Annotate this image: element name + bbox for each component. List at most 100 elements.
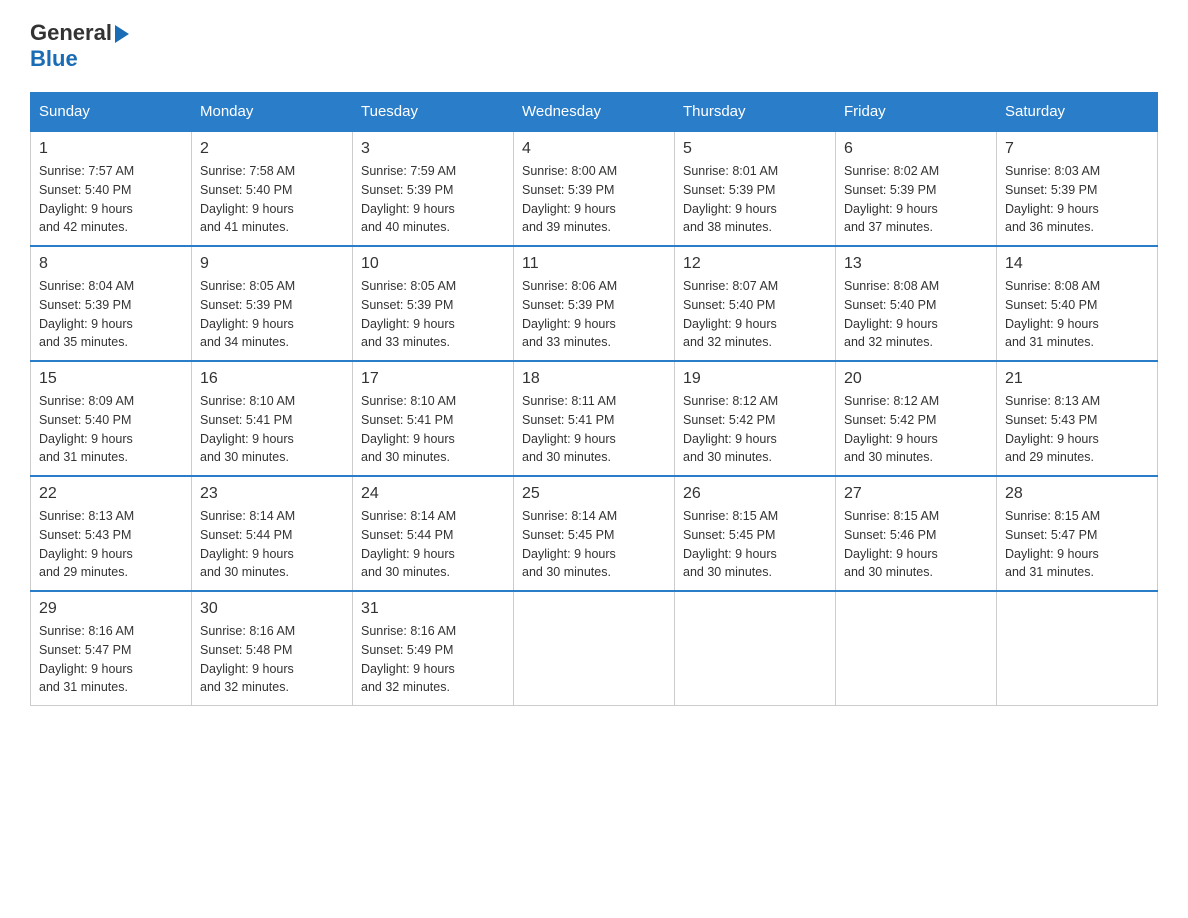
day-number: 7 (1005, 140, 1149, 158)
table-row (836, 591, 997, 706)
day-info: Sunrise: 8:16 AMSunset: 5:49 PMDaylight:… (361, 622, 505, 697)
day-info: Sunrise: 7:58 AMSunset: 5:40 PMDaylight:… (200, 162, 344, 237)
calendar-week-2: 8 Sunrise: 8:04 AMSunset: 5:39 PMDaylight… (31, 246, 1158, 361)
table-row: 16 Sunrise: 8:10 AMSunset: 5:41 PMDayligh… (192, 361, 353, 476)
day-number: 28 (1005, 485, 1149, 503)
day-number: 16 (200, 370, 344, 388)
day-info: Sunrise: 7:57 AMSunset: 5:40 PMDaylight:… (39, 162, 183, 237)
day-number: 21 (1005, 370, 1149, 388)
table-row: 14 Sunrise: 8:08 AMSunset: 5:40 PMDayligh… (997, 246, 1158, 361)
table-row: 26 Sunrise: 8:15 AMSunset: 5:45 PMDayligh… (675, 476, 836, 591)
day-info: Sunrise: 8:04 AMSunset: 5:39 PMDaylight:… (39, 277, 183, 352)
day-number: 12 (683, 255, 827, 273)
col-header-saturday: Saturday (997, 93, 1158, 132)
table-row: 2 Sunrise: 7:58 AMSunset: 5:40 PMDaylight… (192, 131, 353, 246)
table-row: 28 Sunrise: 8:15 AMSunset: 5:47 PMDayligh… (997, 476, 1158, 591)
day-info: Sunrise: 8:05 AMSunset: 5:39 PMDaylight:… (200, 277, 344, 352)
table-row: 10Sunrise: 8:05 AMSunset: 5:39 PMDayligh… (353, 246, 514, 361)
day-info: Sunrise: 8:01 AMSunset: 5:39 PMDaylight:… (683, 162, 827, 237)
table-row: 25 Sunrise: 8:14 AMSunset: 5:45 PMDayligh… (514, 476, 675, 591)
table-row: 11 Sunrise: 8:06 AMSunset: 5:39 PMDayligh… (514, 246, 675, 361)
day-info: Sunrise: 8:15 AMSunset: 5:47 PMDaylight:… (1005, 507, 1149, 582)
day-info: Sunrise: 8:11 AMSunset: 5:41 PMDaylight:… (522, 392, 666, 467)
day-number: 30 (200, 600, 344, 618)
day-number: 24 (361, 485, 505, 503)
col-header-thursday: Thursday (675, 93, 836, 132)
day-number: 3 (361, 140, 505, 158)
table-row: 24 Sunrise: 8:14 AMSunset: 5:44 PMDayligh… (353, 476, 514, 591)
table-row: 27 Sunrise: 8:15 AMSunset: 5:46 PMDayligh… (836, 476, 997, 591)
day-info: Sunrise: 8:12 AMSunset: 5:42 PMDaylight:… (844, 392, 988, 467)
day-info: Sunrise: 8:00 AMSunset: 5:39 PMDaylight:… (522, 162, 666, 237)
day-info: Sunrise: 8:12 AMSunset: 5:42 PMDaylight:… (683, 392, 827, 467)
table-row: 20Sunrise: 8:12 AMSunset: 5:42 PMDayligh… (836, 361, 997, 476)
day-number: 25 (522, 485, 666, 503)
day-number: 23 (200, 485, 344, 503)
col-header-wednesday: Wednesday (514, 93, 675, 132)
day-number: 26 (683, 485, 827, 503)
day-info: Sunrise: 8:15 AMSunset: 5:45 PMDaylight:… (683, 507, 827, 582)
calendar-week-4: 22 Sunrise: 8:13 AMSunset: 5:43 PMDayligh… (31, 476, 1158, 591)
day-info: Sunrise: 8:07 AMSunset: 5:40 PMDaylight:… (683, 277, 827, 352)
day-info: Sunrise: 8:13 AMSunset: 5:43 PMDaylight:… (1005, 392, 1149, 467)
table-row: 30 Sunrise: 8:16 AMSunset: 5:48 PMDayligh… (192, 591, 353, 706)
calendar-table: SundayMondayTuesdayWednesdayThursdayFrid… (30, 92, 1158, 706)
day-number: 2 (200, 140, 344, 158)
calendar-week-5: 29Sunrise: 8:16 AMSunset: 5:47 PMDayligh… (31, 591, 1158, 706)
calendar-week-3: 15 Sunrise: 8:09 AMSunset: 5:40 PMDayligh… (31, 361, 1158, 476)
table-row: 6 Sunrise: 8:02 AMSunset: 5:39 PMDaylight… (836, 131, 997, 246)
day-number: 17 (361, 370, 505, 388)
table-row: 1Sunrise: 7:57 AMSunset: 5:40 PMDaylight… (31, 131, 192, 246)
table-row: 9 Sunrise: 8:05 AMSunset: 5:39 PMDaylight… (192, 246, 353, 361)
day-number: 29 (39, 600, 183, 618)
day-info: Sunrise: 7:59 AMSunset: 5:39 PMDaylight:… (361, 162, 505, 237)
table-row: 3 Sunrise: 7:59 AMSunset: 5:39 PMDaylight… (353, 131, 514, 246)
day-number: 11 (522, 255, 666, 273)
day-info: Sunrise: 8:10 AMSunset: 5:41 PMDaylight:… (200, 392, 344, 467)
table-row: 29Sunrise: 8:16 AMSunset: 5:47 PMDayligh… (31, 591, 192, 706)
day-info: Sunrise: 8:14 AMSunset: 5:44 PMDaylight:… (361, 507, 505, 582)
day-number: 14 (1005, 255, 1149, 273)
table-row (675, 591, 836, 706)
table-row: 15 Sunrise: 8:09 AMSunset: 5:40 PMDayligh… (31, 361, 192, 476)
day-info: Sunrise: 8:14 AMSunset: 5:44 PMDaylight:… (200, 507, 344, 582)
table-row: 19Sunrise: 8:12 AMSunset: 5:42 PMDayligh… (675, 361, 836, 476)
day-info: Sunrise: 8:14 AMSunset: 5:45 PMDaylight:… (522, 507, 666, 582)
day-number: 22 (39, 485, 183, 503)
day-number: 6 (844, 140, 988, 158)
day-info: Sunrise: 8:16 AMSunset: 5:48 PMDaylight:… (200, 622, 344, 697)
day-info: Sunrise: 8:08 AMSunset: 5:40 PMDaylight:… (1005, 277, 1149, 352)
table-row: 4 Sunrise: 8:00 AMSunset: 5:39 PMDaylight… (514, 131, 675, 246)
logo: General Blue (30, 20, 129, 72)
table-row (997, 591, 1158, 706)
table-row: 21 Sunrise: 8:13 AMSunset: 5:43 PMDayligh… (997, 361, 1158, 476)
col-header-monday: Monday (192, 93, 353, 132)
col-header-sunday: Sunday (31, 93, 192, 132)
day-number: 5 (683, 140, 827, 158)
day-number: 15 (39, 370, 183, 388)
day-number: 8 (39, 255, 183, 273)
day-info: Sunrise: 8:03 AMSunset: 5:39 PMDaylight:… (1005, 162, 1149, 237)
day-number: 27 (844, 485, 988, 503)
table-row: 31 Sunrise: 8:16 AMSunset: 5:49 PMDayligh… (353, 591, 514, 706)
day-number: 4 (522, 140, 666, 158)
day-info: Sunrise: 8:02 AMSunset: 5:39 PMDaylight:… (844, 162, 988, 237)
table-row: 8 Sunrise: 8:04 AMSunset: 5:39 PMDaylight… (31, 246, 192, 361)
table-row: 18 Sunrise: 8:11 AMSunset: 5:41 PMDayligh… (514, 361, 675, 476)
col-header-tuesday: Tuesday (353, 93, 514, 132)
day-number: 9 (200, 255, 344, 273)
table-row: 5 Sunrise: 8:01 AMSunset: 5:39 PMDaylight… (675, 131, 836, 246)
col-header-friday: Friday (836, 93, 997, 132)
day-number: 31 (361, 600, 505, 618)
table-row: 13Sunrise: 8:08 AMSunset: 5:40 PMDayligh… (836, 246, 997, 361)
day-number: 18 (522, 370, 666, 388)
table-row: 22 Sunrise: 8:13 AMSunset: 5:43 PMDayligh… (31, 476, 192, 591)
page-header: General Blue (30, 20, 1158, 72)
day-info: Sunrise: 8:13 AMSunset: 5:43 PMDaylight:… (39, 507, 183, 582)
day-info: Sunrise: 8:08 AMSunset: 5:40 PMDaylight:… (844, 277, 988, 352)
day-info: Sunrise: 8:09 AMSunset: 5:40 PMDaylight:… (39, 392, 183, 467)
day-info: Sunrise: 8:06 AMSunset: 5:39 PMDaylight:… (522, 277, 666, 352)
day-info: Sunrise: 8:15 AMSunset: 5:46 PMDaylight:… (844, 507, 988, 582)
calendar-week-1: 1Sunrise: 7:57 AMSunset: 5:40 PMDaylight… (31, 131, 1158, 246)
table-row (514, 591, 675, 706)
